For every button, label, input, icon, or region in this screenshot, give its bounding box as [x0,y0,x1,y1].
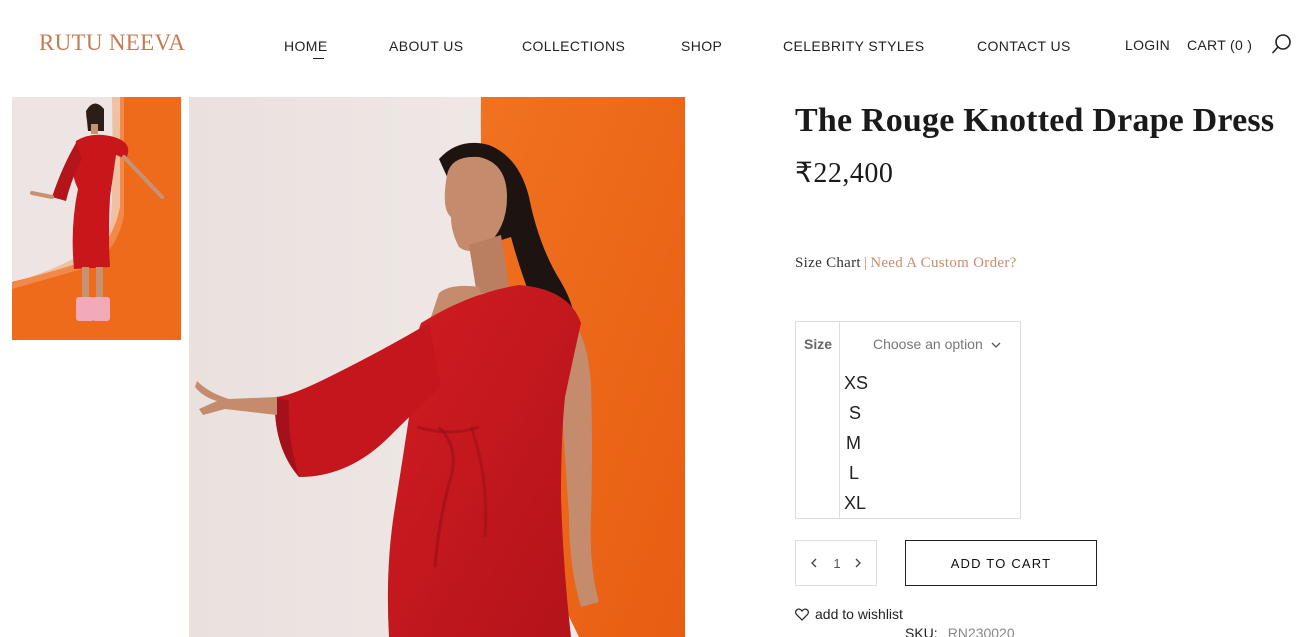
product-thumbnail[interactable] [12,97,181,340]
nav-celebrity-styles[interactable]: CELEBRITY STYLES [783,38,925,54]
sku-label: SKU: [905,625,938,637]
nav-home[interactable]: HOME [284,38,328,59]
thumbnail-image [12,97,181,340]
size-option-xl[interactable]: XL [844,493,866,514]
heart-icon [795,607,809,621]
wishlist-label: add to wishlist [815,606,903,622]
quantity-stepper: 1 [795,540,877,586]
cart-link[interactable]: CART (0 ) [1187,37,1252,53]
nav-collections[interactable]: COLLECTIONS [522,38,625,54]
size-option-xs[interactable]: XS [844,373,868,394]
nav-shop[interactable]: SHOP [681,38,722,54]
custom-order-link[interactable]: Need A Custom Order? [870,255,1016,271]
quantity-value[interactable]: 1 [832,556,842,571]
product-links: Size Chart | Need A Custom Order? [795,255,1017,272]
main-image-artwork [189,97,685,637]
link-separator: | [863,255,868,271]
size-dropdown-placeholder: Choose an option [873,336,983,352]
login-link[interactable]: LOGIN [1125,37,1170,53]
size-label: Size [804,336,833,352]
sku-line: SKU: RN230020 [905,625,1015,637]
size-option-m[interactable]: M [846,433,861,454]
add-to-wishlist-link[interactable]: add to wishlist [795,606,903,622]
size-option-s[interactable]: S [849,403,861,424]
size-dropdown[interactable]: Choose an option [873,336,1001,352]
search-icon[interactable] [1271,33,1293,55]
size-chart-link[interactable]: Size Chart [795,255,861,271]
product-title: The Rouge Knotted Drape Dress [795,102,1275,139]
add-to-cart-button[interactable]: ADD TO CART [905,540,1097,586]
size-selector: Size Choose an option XS S M L XL [795,321,1021,519]
product-main-image[interactable] [189,97,685,637]
product-price: ₹22,400 [795,158,894,189]
chevron-right-icon[interactable] [850,555,866,571]
brand-logo[interactable]: RUTU NEEVA [39,30,185,56]
chevron-down-icon [991,342,1001,349]
nav-about-us[interactable]: ABOUT US [389,38,464,54]
sku-value: RN230020 [947,625,1015,637]
chevron-left-icon[interactable] [806,555,822,571]
size-option-l[interactable]: L [849,463,859,484]
nav-contact-us[interactable]: CONTACT US [977,38,1071,54]
size-label-cell: Size [796,322,840,518]
